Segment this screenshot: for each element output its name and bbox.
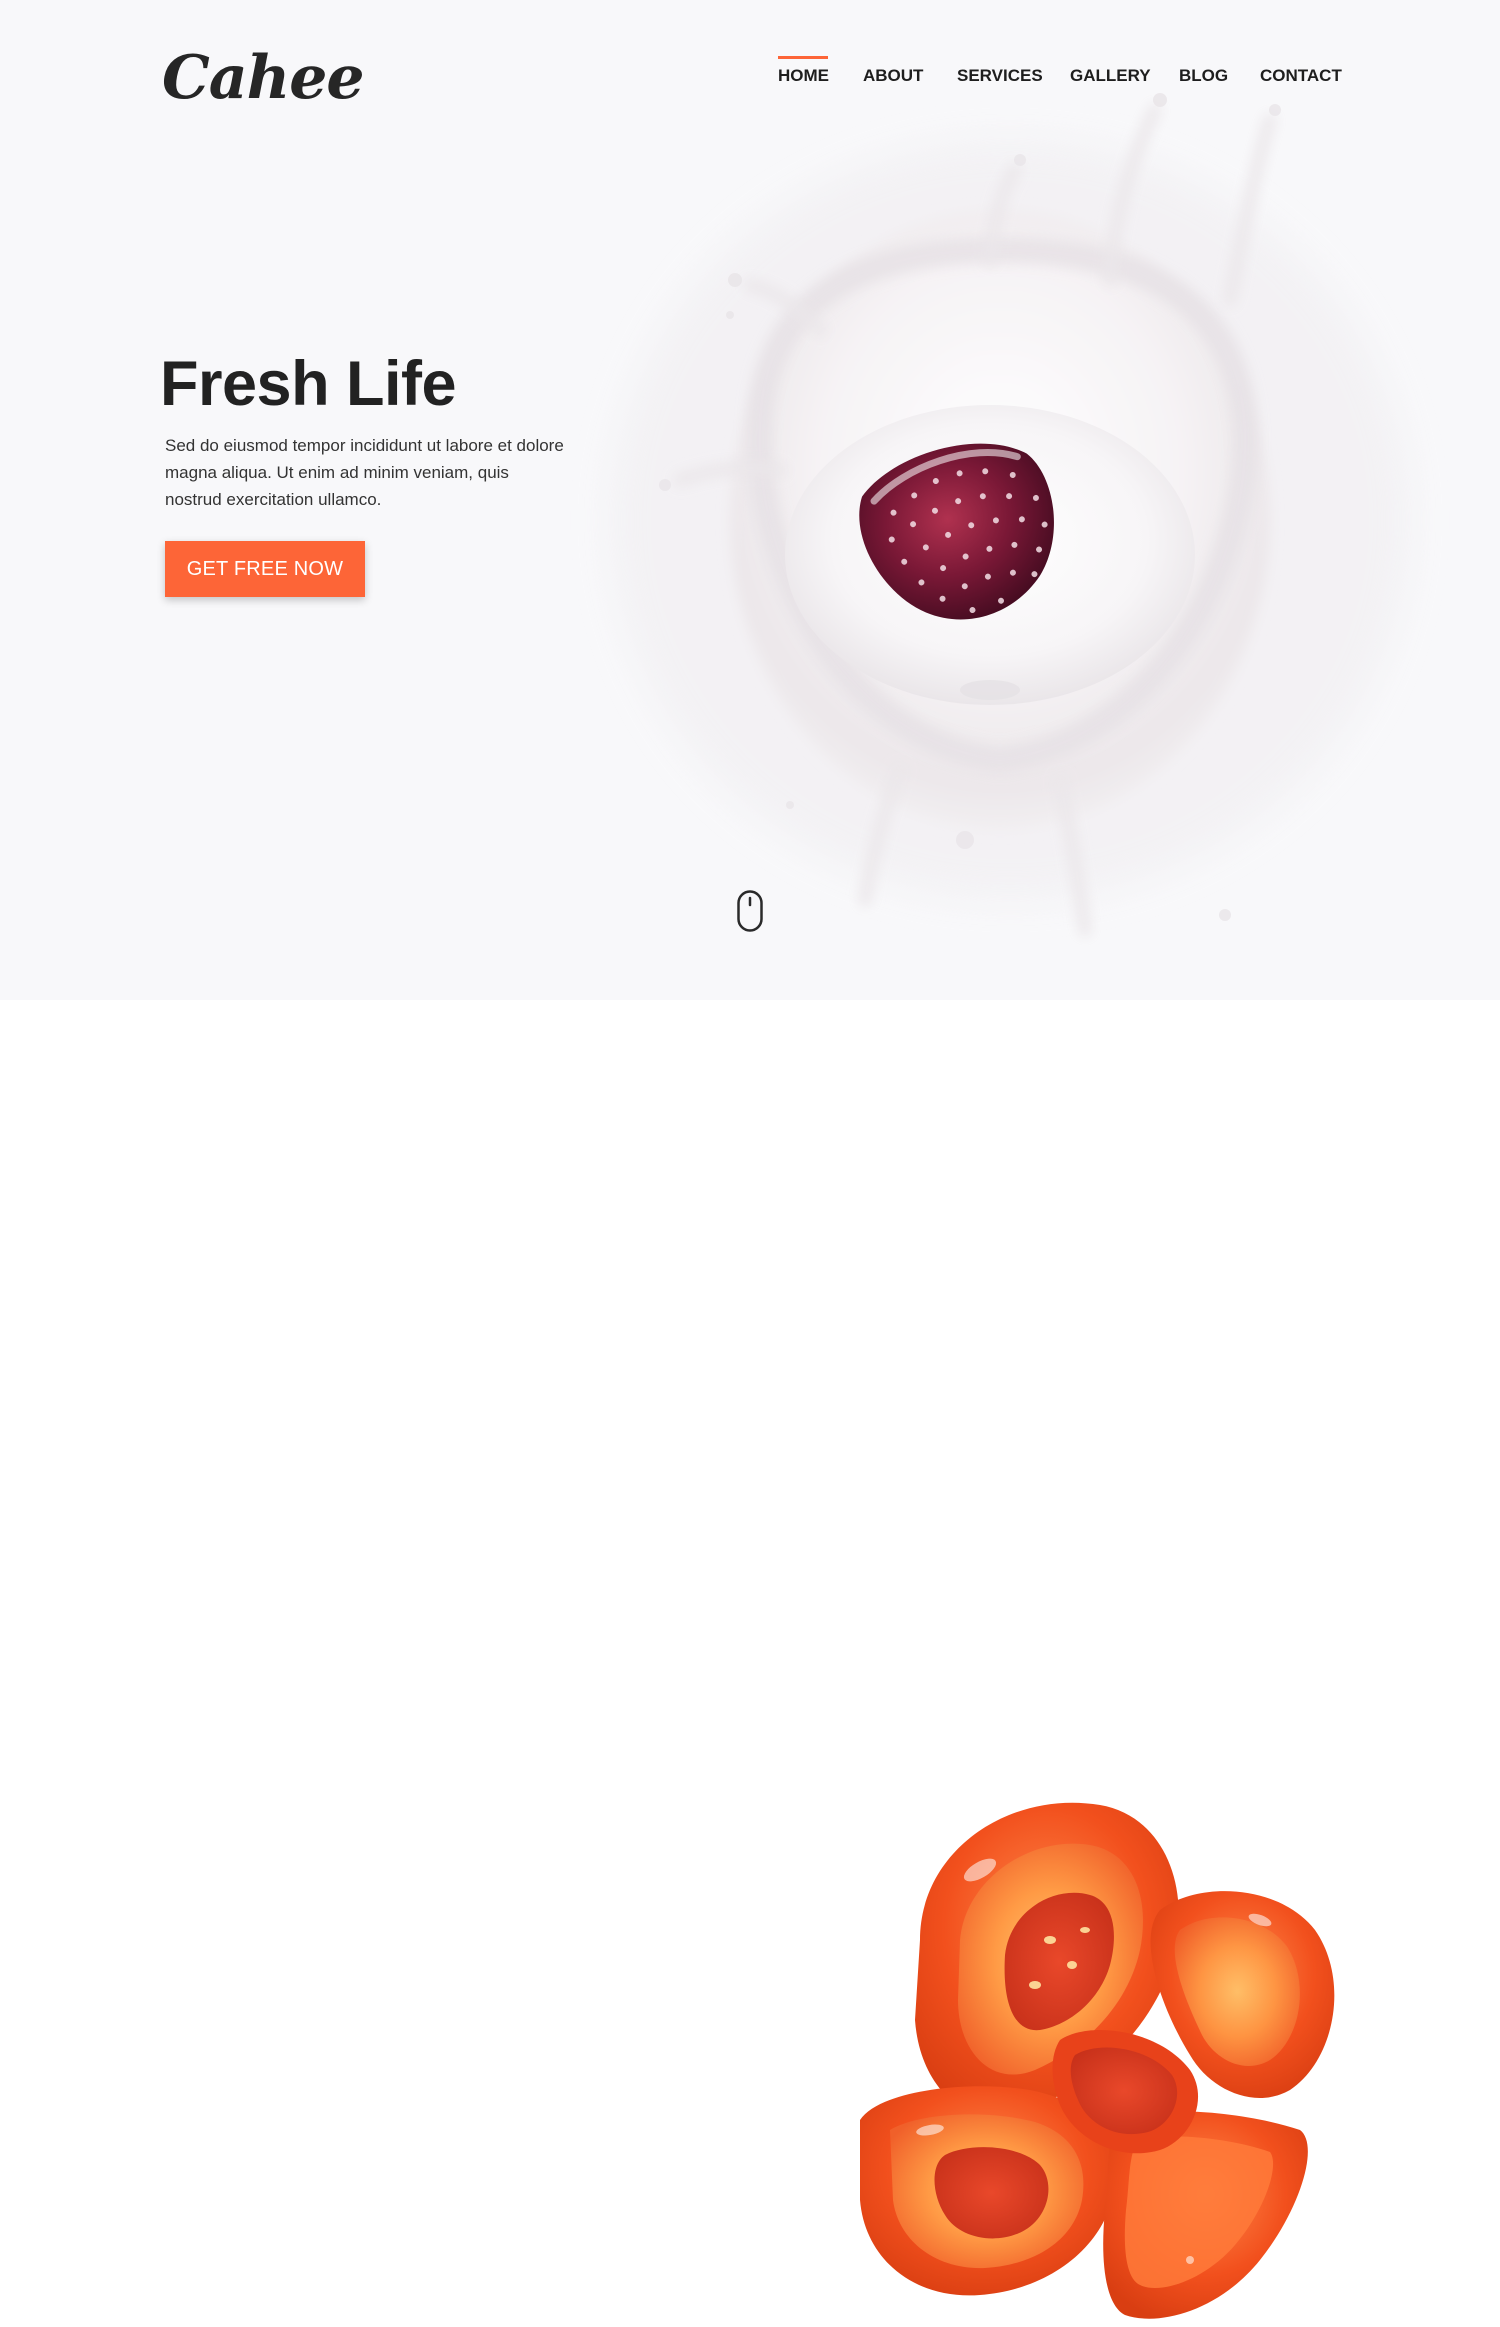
nav-item-contact[interactable]: CONTACT [1260,56,1342,96]
hero-section: Cahee HOME ABOUT SERVICES GALLERY BLOG C… [0,0,1500,1000]
content-section [0,1000,1500,2327]
nav-item-gallery[interactable]: GALLERY [1070,56,1151,96]
nav-item-home[interactable]: HOME [778,56,829,96]
hero-title: Fresh Life [160,349,457,419]
mouse-icon[interactable] [737,890,763,932]
tomato-slices-image [860,1802,1335,2319]
nav-item-blog[interactable]: BLOG [1179,56,1228,96]
get-free-now-button[interactable]: GET FREE NOW [165,541,365,597]
nav-item-services[interactable]: SERVICES [957,56,1043,96]
page: Cahee HOME ABOUT SERVICES GALLERY BLOG C… [0,0,1500,2327]
hero-description: Sed do eiusmod tempor incididunt ut labo… [165,436,564,509]
nav-item-about[interactable]: ABOUT [863,56,923,96]
main-nav: HOME ABOUT SERVICES GALLERY BLOG CONTACT [0,56,1500,96]
